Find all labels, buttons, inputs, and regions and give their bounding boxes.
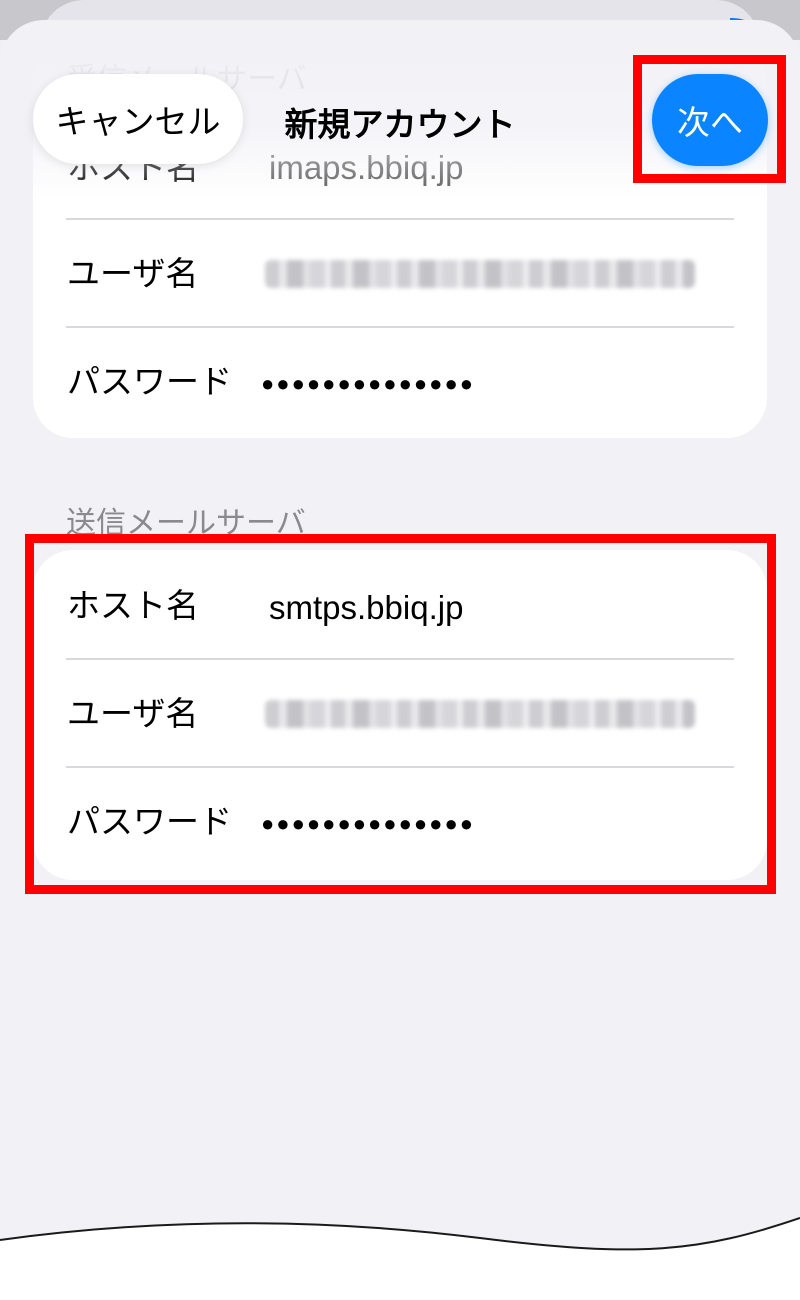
incoming-user-row[interactable]: ユーザ名 bbox=[33, 220, 767, 328]
outgoing-host-row[interactable]: ホスト名 smtps.bbiq.jp bbox=[33, 550, 767, 658]
incoming-password-label: パスワード bbox=[67, 362, 232, 401]
outgoing-host-field[interactable]: smtps.bbiq.jp bbox=[269, 588, 463, 628]
outgoing-server-header: 送信メールサーバ bbox=[66, 506, 306, 541]
page-title: 新規アカウント bbox=[284, 105, 516, 144]
outgoing-password-row[interactable]: パスワード ●●●●●●●●●●●●●● bbox=[33, 768, 767, 876]
outgoing-user-field-blurred[interactable] bbox=[265, 700, 695, 728]
torn-edge-decoration bbox=[0, 1217, 800, 1300]
outgoing-user-row[interactable]: ユーザ名 bbox=[33, 660, 767, 768]
outgoing-host-label: ホスト名 bbox=[67, 586, 199, 625]
incoming-password-row[interactable]: パスワード ●●●●●●●●●●●●●● bbox=[33, 328, 767, 436]
cancel-button[interactable]: キャンセル bbox=[33, 74, 243, 164]
incoming-password-field[interactable]: ●●●●●●●●●●●●●● bbox=[261, 364, 475, 404]
incoming-user-field-blurred[interactable] bbox=[265, 260, 695, 288]
outgoing-password-field[interactable]: ●●●●●●●●●●●●●● bbox=[261, 804, 475, 844]
incoming-user-label: ユーザ名 bbox=[67, 254, 199, 293]
outgoing-user-label: ユーザ名 bbox=[67, 694, 199, 733]
outgoing-server-group: ホスト名 smtps.bbiq.jp ユーザ名 パスワード ●●●●●●●●●●… bbox=[33, 550, 767, 880]
incoming-host-field[interactable]: imaps.bbiq.jp bbox=[269, 148, 463, 188]
outgoing-password-label: パスワード bbox=[67, 802, 232, 841]
next-button[interactable]: 次へ bbox=[652, 74, 768, 166]
